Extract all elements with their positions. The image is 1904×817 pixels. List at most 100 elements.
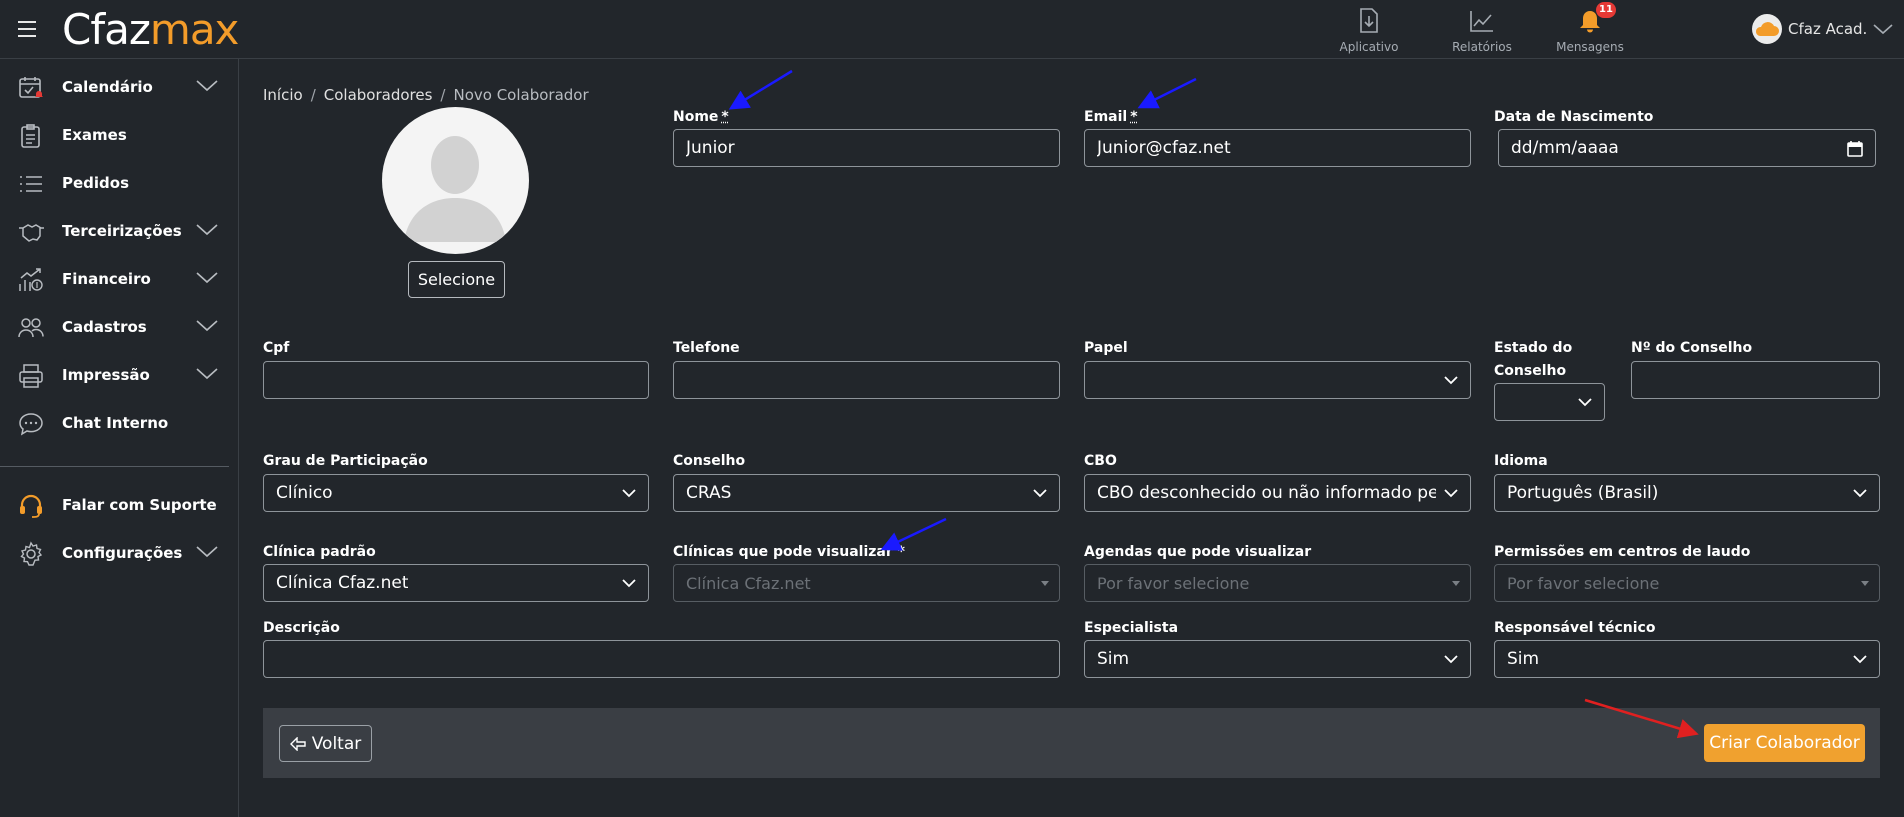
email-input[interactable]: Junior@cfaz.net: [1084, 129, 1471, 167]
clinicas-visualizar-placeholder: Clínica Cfaz.net: [686, 573, 811, 593]
nome-input[interactable]: Junior: [673, 129, 1060, 167]
permissoes-laudo-placeholder: Por favor selecione: [1507, 573, 1660, 593]
email-label: Email *: [1084, 106, 1138, 129]
topnav-aplicativo[interactable]: Aplicativo: [1319, 6, 1419, 54]
clinicas-visualizar-multiselect[interactable]: Clínica Cfaz.net: [673, 564, 1060, 602]
numero-conselho-input[interactable]: [1631, 361, 1880, 399]
sidebar-item-label: Impressão: [62, 366, 150, 384]
descricao-input[interactable]: [263, 640, 1060, 678]
sidebar-item-label: Configurações: [62, 544, 183, 562]
user-menu[interactable]: Cfaz Acad.: [1752, 14, 1893, 44]
finance-chart-icon: [19, 268, 43, 291]
estado-conselho-label-line1: Estado do: [1494, 340, 1573, 356]
required-mark: *: [721, 109, 729, 125]
caret-down-icon: [1041, 581, 1049, 586]
nome-value: Junior: [686, 138, 735, 158]
sidebar-item-impressao[interactable]: Impressão: [0, 355, 238, 395]
nome-label: Nome *: [673, 106, 729, 129]
chevron-down-icon: [622, 489, 636, 498]
create-colaborador-button[interactable]: Criar Colaborador: [1704, 724, 1865, 762]
chat-icon: [19, 413, 43, 436]
idioma-value: Português (Brasil): [1507, 483, 1659, 503]
sidebar-item-pedidos[interactable]: Pedidos: [0, 163, 238, 203]
topnav-aplicativo-label: Aplicativo: [1339, 40, 1399, 54]
grau-participacao-label: Grau de Participação: [263, 453, 428, 469]
descricao-label: Descrição: [263, 620, 340, 636]
sidebar-item-label: Terceirizações: [62, 222, 182, 240]
form-actions-bar: Voltar Criar Colaborador: [263, 708, 1880, 778]
sidebar-item-label: Chat Interno: [62, 414, 169, 432]
cpf-input[interactable]: [263, 361, 649, 399]
headset-icon: [20, 494, 42, 518]
sidebar-item-configuracoes[interactable]: Configurações: [0, 533, 238, 573]
cbo-select[interactable]: CBO desconhecido ou não informado pelo s…: [1084, 474, 1471, 512]
cloud-logo-icon: [1755, 22, 1779, 36]
breadcrumb-current: Novo Colaborador: [453, 86, 589, 104]
calendar-icon: [19, 77, 43, 98]
chevron-down-icon: [196, 80, 218, 92]
responsavel-tecnico-select[interactable]: Sim: [1494, 640, 1880, 678]
sidebar-item-cadastros[interactable]: Cadastros: [0, 307, 238, 347]
breadcrumb-home[interactable]: Início: [263, 86, 303, 104]
calendar-picker-icon[interactable]: [1847, 140, 1863, 157]
data-nascimento-placeholder: dd/mm/aaaa: [1511, 138, 1619, 158]
estado-conselho-select[interactable]: [1494, 383, 1605, 421]
sidebar-item-falar-com-suporte[interactable]: Falar com Suporte: [0, 485, 238, 525]
telefone-label: Telefone: [673, 340, 740, 356]
estado-conselho-label-line2: Conselho: [1494, 363, 1567, 379]
nome-label-text: Nome: [673, 109, 719, 125]
cbo-value: CBO desconhecido ou não informado pelo s…: [1097, 483, 1436, 503]
select-photo-button[interactable]: Selecione: [408, 261, 505, 298]
especialista-select[interactable]: Sim: [1084, 640, 1471, 678]
sidebar-item-terceirizacoes[interactable]: Terceirizações: [0, 211, 238, 251]
permissoes-laudo-label: Permissões em centros de laudo: [1494, 544, 1751, 560]
telefone-input[interactable]: [673, 361, 1060, 399]
back-button[interactable]: Voltar: [279, 725, 372, 762]
especialista-value: Sim: [1097, 649, 1130, 669]
download-app-icon: [1360, 8, 1378, 33]
list-icon: [20, 176, 42, 192]
grau-participacao-value: Clínico: [276, 483, 333, 503]
papel-label: Papel: [1084, 340, 1128, 356]
chevron-down-icon: [1873, 24, 1893, 35]
especialista-label: Especialista: [1084, 620, 1179, 636]
agendas-visualizar-multiselect[interactable]: Por favor selecione: [1084, 564, 1471, 602]
sidebar-item-label: Exames: [62, 126, 127, 144]
required-mark: *: [1130, 109, 1138, 125]
topnav-mensagens[interactable]: 11 Mensagens: [1540, 2, 1640, 54]
annotation-arrow-nome: [728, 69, 793, 110]
breadcrumb: Início / Colaboradores / Novo Colaborador: [263, 86, 589, 104]
sidebar-item-financeiro[interactable]: Financeiro: [0, 259, 238, 299]
data-nascimento-input[interactable]: dd/mm/aaaa: [1498, 129, 1876, 167]
sidebar-item-label: Calendário: [62, 78, 153, 96]
papel-select[interactable]: [1084, 361, 1471, 399]
sidebar-item-calendario[interactable]: Calendário: [0, 67, 238, 107]
responsavel-tecnico-value: Sim: [1507, 649, 1540, 669]
topnav-relatorios[interactable]: Relatórios: [1432, 6, 1532, 54]
chevron-down-icon: [622, 579, 636, 588]
cbo-label: CBO: [1084, 453, 1117, 469]
idioma-select[interactable]: Português (Brasil): [1494, 474, 1880, 512]
messages-count-badge: 11: [1596, 2, 1616, 18]
chevron-down-icon: [1444, 376, 1458, 385]
hamburger-menu-icon[interactable]: [14, 16, 40, 42]
topnav-mensagens-label: Mensagens: [1556, 40, 1624, 54]
app-logo[interactable]: Cfazmax: [62, 5, 239, 54]
numero-conselho-label: Nº do Conselho: [1631, 340, 1753, 356]
conselho-select[interactable]: CRAS: [673, 474, 1060, 512]
email-value: Junior@cfaz.net: [1097, 138, 1231, 158]
user-name: Cfaz Acad.: [1788, 20, 1868, 38]
caret-down-icon: [1861, 581, 1869, 586]
grau-participacao-select[interactable]: Clínico: [263, 474, 649, 512]
profile-photo-placeholder: [382, 107, 529, 254]
chevron-down-icon: [196, 224, 218, 236]
user-silhouette-icon: [404, 136, 506, 242]
cpf-label: Cpf: [263, 340, 290, 356]
sidebar-item-exames[interactable]: Exames: [0, 115, 238, 155]
caret-down-icon: [1452, 581, 1460, 586]
breadcrumb-colaboradores[interactable]: Colaboradores: [324, 86, 433, 104]
clinica-padrao-select[interactable]: Clínica Cfaz.net: [263, 564, 649, 602]
chevron-down-icon: [196, 368, 218, 380]
permissoes-laudo-multiselect[interactable]: Por favor selecione: [1494, 564, 1880, 602]
sidebar-item-chat-interno[interactable]: Chat Interno: [0, 403, 238, 443]
